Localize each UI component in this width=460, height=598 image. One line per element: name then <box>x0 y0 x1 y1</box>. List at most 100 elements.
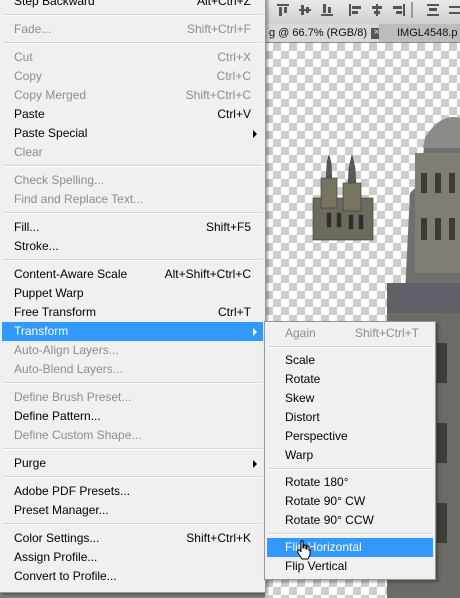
menu-item-shortcut: Shift+F5 <box>205 220 251 234</box>
submenu-arrow-icon <box>253 130 257 138</box>
menu-item-label: Find and Replace Text... <box>14 192 144 206</box>
menu-item-free-transform[interactable]: Free Transform Ctrl+T <box>2 303 263 322</box>
menu-item-adobe-pdf-presets[interactable]: Adobe PDF Presets... <box>2 482 263 501</box>
submenu-arrow-icon <box>253 460 257 468</box>
menu-item-label: Rotate 180° <box>285 475 349 489</box>
menu-item-label: Skew <box>285 391 315 405</box>
menu-item-shortcut: Alt+Shift+Ctrl+C <box>164 267 251 281</box>
menu-item-find-and-replace-text: Find and Replace Text... <box>2 190 263 209</box>
tab-document-img[interactable]: IMGL4548.p <box>391 24 460 42</box>
align-horizontal-center-icon[interactable] <box>369 2 385 18</box>
menu-item-color-settings[interactable]: Color Settings... Shift+Ctrl+K <box>2 529 263 548</box>
align-top-icon[interactable] <box>275 2 291 18</box>
menu-item-shortcut: Shift+Ctrl+T <box>354 326 419 340</box>
menu-item-again: Again Shift+Ctrl+T <box>267 324 433 343</box>
menu-item-label: Preset Manager... <box>14 503 109 517</box>
menu-item-transform[interactable]: Transform <box>2 322 263 341</box>
menu-item-distort[interactable]: Distort <box>267 408 433 427</box>
align-vertical-center-icon[interactable] <box>297 2 313 18</box>
menu-item-warp[interactable]: Warp <box>267 446 433 465</box>
close-icon[interactable]: × <box>370 27 379 39</box>
menu-item-label: Again <box>285 326 316 340</box>
menu-separator <box>3 259 262 261</box>
menu-item-cut: Cut Ctrl+X <box>2 48 263 67</box>
menu-separator <box>268 468 432 470</box>
menu-item-label: Warp <box>285 448 314 462</box>
menu-item-copy: Copy Ctrl+C <box>2 67 263 86</box>
menu-item-shortcut: Alt+Ctrl+Z <box>196 0 251 8</box>
menu-item-shortcut: Ctrl+X <box>217 50 251 64</box>
menu-separator <box>3 42 262 44</box>
menu-item-fill[interactable]: Fill... Shift+F5 <box>2 218 263 237</box>
menu-item-define-custom-shape: Define Custom Shape... <box>2 426 263 445</box>
align-right-icon[interactable] <box>391 2 407 18</box>
menu-item-shortcut: Shift+Ctrl+K <box>186 531 251 545</box>
menu-item-rotate-90-ccw[interactable]: Rotate 90° CCW <box>267 511 433 530</box>
transform-submenu: Again Shift+Ctrl+T Scale Rotate Skew Distort P… <box>264 321 436 580</box>
menu-item-stroke[interactable]: Stroke... <box>2 237 263 256</box>
menu-item-paste[interactable]: Paste Ctrl+V <box>2 105 263 124</box>
menu-separator <box>268 533 432 535</box>
menu-item-flip-vertical[interactable]: Flip Vertical <box>267 557 433 576</box>
menu-item-label: Define Brush Preset... <box>14 390 132 404</box>
menu-item-skew[interactable]: Skew <box>267 389 433 408</box>
menu-item-paste-special[interactable]: Paste Special <box>2 124 263 143</box>
menu-item-label: Copy <box>14 69 43 83</box>
menu-item-convert-to-profile[interactable]: Convert to Profile... <box>2 567 263 586</box>
menu-item-copy-merged: Copy Merged Shift+Ctrl+C <box>2 86 263 105</box>
menu-item-label: Rotate 90° CW <box>285 494 366 508</box>
menu-item-rotate[interactable]: Rotate <box>267 370 433 389</box>
distribute-top-icon[interactable] <box>425 2 441 18</box>
menu-item-label: Flip Vertical <box>285 559 348 573</box>
edit-menu: Step Backward Alt+Ctrl+Z Fade... Shift+Ctrl… <box>0 0 266 593</box>
menu-item-rotate-180[interactable]: Rotate 180° <box>267 473 433 492</box>
menu-item-label: Fill... <box>14 220 40 234</box>
menu-item-fade: Fade... Shift+Ctrl+F <box>2 20 263 39</box>
menu-item-content-aware-scale[interactable]: Content-Aware Scale Alt+Shift+Ctrl+C <box>2 265 263 284</box>
spire-cutout-image <box>312 154 374 241</box>
menu-item-shortcut: Ctrl+T <box>218 305 251 319</box>
menu-item-label: Convert to Profile... <box>14 569 117 583</box>
menu-item-label: Distort <box>285 410 320 424</box>
tab-label: g @ 66.7% (RGB/8) <box>269 27 367 39</box>
menu-item-purge[interactable]: Purge <box>2 454 263 473</box>
menu-item-rotate-90-cw[interactable]: Rotate 90° CW <box>267 492 433 511</box>
document-tab-bar: g @ 66.7% (RGB/8) × IMGL4548.p <box>265 24 460 43</box>
menu-item-step-backward[interactable]: Step Backward Alt+Ctrl+Z <box>2 0 263 11</box>
menu-separator <box>3 382 262 384</box>
menu-item-label: Clear <box>14 145 43 159</box>
menu-separator <box>3 14 262 16</box>
menu-item-label: Copy Merged <box>14 88 87 102</box>
options-bar <box>265 0 460 25</box>
menu-item-shortcut: Shift+Ctrl+F <box>186 22 251 36</box>
menu-item-label: Puppet Warp <box>14 286 84 300</box>
menu-separator <box>3 448 262 450</box>
menu-item-preset-manager[interactable]: Preset Manager... <box>2 501 263 520</box>
menu-item-shortcut: Shift+Ctrl+C <box>185 88 251 102</box>
menu-item-label: Rotate 90° CCW <box>285 513 374 527</box>
menu-item-scale[interactable]: Scale <box>267 351 433 370</box>
menu-item-flip-horizontal[interactable]: Flip Horizontal <box>267 538 433 557</box>
menu-item-define-brush-preset: Define Brush Preset... <box>2 388 263 407</box>
distribute-center-icon[interactable] <box>447 2 460 18</box>
menu-item-puppet-warp[interactable]: Puppet Warp <box>2 284 263 303</box>
menu-item-shortcut: Ctrl+V <box>217 107 251 121</box>
menu-item-label: Transform <box>14 324 69 338</box>
menu-item-label: Assign Profile... <box>14 550 98 564</box>
align-bottom-icon[interactable] <box>319 2 335 18</box>
menu-item-label: Define Custom Shape... <box>14 428 142 442</box>
tab-document-active[interactable]: g @ 66.7% (RGB/8) × <box>265 24 379 42</box>
menu-separator <box>3 476 262 478</box>
menu-item-label: Auto-Align Layers... <box>14 343 119 357</box>
menu-item-perspective[interactable]: Perspective <box>267 427 433 446</box>
submenu-arrow-icon <box>253 328 257 336</box>
menu-separator <box>3 523 262 525</box>
menu-item-label: Cut <box>14 50 33 64</box>
menu-item-assign-profile[interactable]: Assign Profile... <box>2 548 263 567</box>
menu-item-define-pattern[interactable]: Define Pattern... <box>2 407 263 426</box>
menu-item-label: Free Transform <box>14 305 97 319</box>
align-left-icon[interactable] <box>347 2 363 18</box>
tab-label: IMGL4548.p <box>397 27 458 39</box>
menu-item-label: Content-Aware Scale <box>14 267 128 281</box>
menu-item-label: Fade... <box>14 22 52 36</box>
